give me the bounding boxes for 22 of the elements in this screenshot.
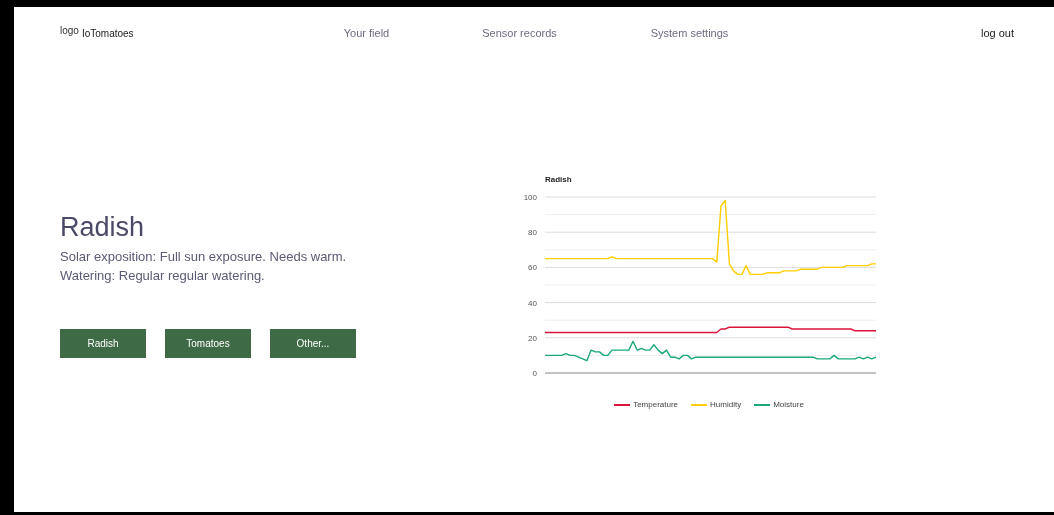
description-text: Solar exposition: Full sun exposure. Needs warm.	[60, 248, 348, 266]
nav-link[interactable]: Your field	[290, 24, 443, 42]
plant-button[interactable]: Radish	[60, 329, 146, 358]
legend-label: Temperature	[633, 399, 679, 411]
axis-tick-label: 40	[528, 298, 537, 308]
legend-label: Moisture	[773, 399, 804, 411]
description-text: Watering: Regular regular watering.	[60, 267, 266, 285]
logo-text: logo	[60, 23, 79, 38]
axis-tick-label: 80	[528, 228, 537, 238]
nav-link[interactable]: Sensor records	[443, 24, 596, 42]
axis-tick-label: 20	[528, 333, 537, 343]
plant-title: Radish	[60, 211, 146, 244]
axis-tick-label: 60	[528, 263, 537, 273]
logout-link[interactable]: log out	[980, 24, 1014, 42]
nav-link[interactable]: System settings	[596, 24, 783, 42]
axis-tick-label: 100	[523, 193, 537, 202]
legend-label: Humidity	[710, 399, 742, 411]
plant-button[interactable]: Other...	[270, 329, 356, 358]
chart-title: Radish	[545, 175, 572, 184]
brand-name: IoTomatoes	[81, 26, 134, 41]
axis-tick-label: 0	[532, 369, 537, 378]
plant-button[interactable]: Tomatoes	[165, 329, 251, 358]
